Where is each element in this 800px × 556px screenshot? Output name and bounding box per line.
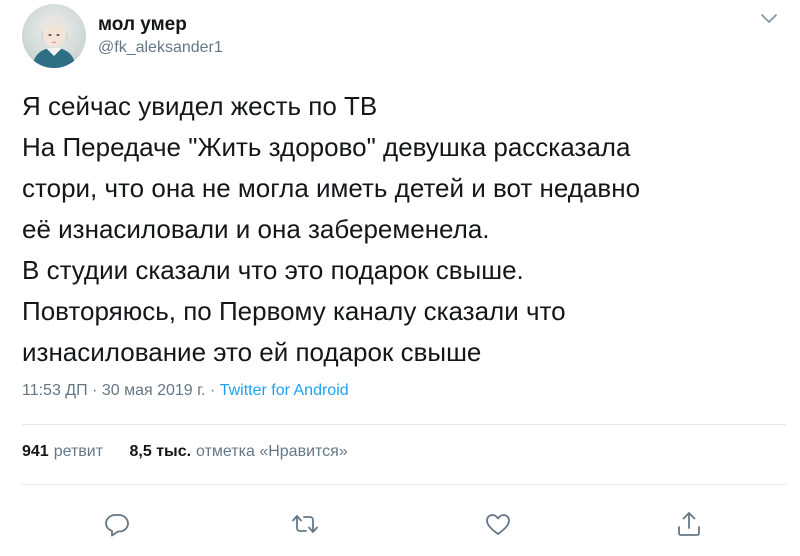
user-handle[interactable]: @fk_aleksander1 <box>98 37 223 59</box>
tweet-date[interactable]: 30 мая 2019 г. <box>102 382 206 399</box>
tweet-source-link[interactable]: Twitter for Android <box>220 382 349 399</box>
retweets-label: ретвит <box>53 443 104 460</box>
meta-separator: · <box>87 382 102 399</box>
tweet-text-line: Я сейчас увидел жесть по ТВ <box>22 91 378 121</box>
tweet-text-line: Повторяюсь, по Первому каналу сказали чт… <box>22 296 566 326</box>
meta-separator: · <box>205 382 220 399</box>
retweet-icon[interactable] <box>291 510 319 538</box>
tweet-header: мол умер @fk_aleksander1 <box>22 3 223 69</box>
likes-count: 8,5 тыс. <box>129 443 192 460</box>
divider <box>22 484 786 485</box>
divider <box>22 424 786 425</box>
tweet-time[interactable]: 11:53 ДП <box>22 382 88 399</box>
likes-stat[interactable]: 8,5 тыс. отметка «Нравится» <box>130 443 348 460</box>
reply-icon[interactable] <box>103 510 131 538</box>
tweet-timestamp: 11:53 ДП · 30 мая 2019 г. · Twitter for … <box>22 382 349 400</box>
tweet-text-line: В студии сказали что это подарок свыше. <box>22 255 524 285</box>
chevron-down-icon[interactable] <box>760 12 778 26</box>
likes-label: отметка «Нравится» <box>196 443 348 460</box>
tweet-text: Я сейчас увидел жесть по ТВ На Передаче … <box>22 86 782 373</box>
tweet-stats: 941 ретвит 8,5 тыс. отметка «Нравится» <box>22 443 370 461</box>
display-name[interactable]: мол умер <box>98 13 223 37</box>
tweet-text-line: стори, что она не могла иметь детей и во… <box>22 173 641 203</box>
avatar[interactable] <box>22 4 86 68</box>
retweets-count: 941 <box>22 443 49 460</box>
share-icon[interactable] <box>675 510 703 538</box>
retweets-stat[interactable]: 941 ретвит <box>22 443 103 460</box>
tweet-actions <box>0 510 800 540</box>
tweet-text-line: изнасилование это ей подарок свыше <box>22 337 482 367</box>
heart-icon[interactable] <box>484 510 512 538</box>
user-info: мол умер @fk_aleksander1 <box>98 13 223 59</box>
tweet-card: мол умер @fk_aleksander1 Я сейчас увидел… <box>0 0 800 556</box>
tweet-text-line: На Передаче "Жить здорово" девушка расск… <box>22 132 631 162</box>
tweet-text-line: её изнасиловали и она забеременела. <box>22 214 490 244</box>
